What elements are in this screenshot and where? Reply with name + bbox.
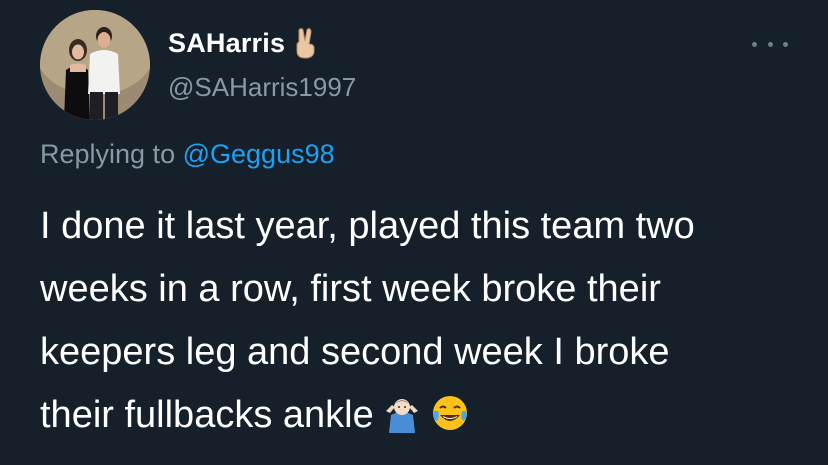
tweet-card: SAHarris @SAHarris1997 Replying to @Gegg…: [0, 0, 828, 465]
display-name[interactable]: SAHarris: [168, 28, 285, 59]
avatar-photo: [40, 10, 150, 120]
user-handle[interactable]: @SAHarris1997: [168, 72, 356, 103]
display-name-row: SAHarris: [168, 27, 319, 59]
tweet-text-line: their fullbacks ankle: [40, 394, 374, 436]
face-with-tears-of-joy-icon: [432, 396, 467, 430]
reply-prefix: Replying to: [40, 139, 176, 169]
more-dot-icon: [767, 41, 773, 47]
reply-mention-link[interactable]: @Geggus98: [183, 139, 335, 169]
tweet-text: I done it last year, played this team tw…: [40, 195, 810, 447]
tweet-text-last-line: their fullbacks ankle: [40, 384, 810, 447]
more-dot-icon: [752, 41, 757, 47]
more-dot-icon: [783, 41, 788, 47]
avatar[interactable]: [40, 10, 150, 120]
person-shrugging-icon: [385, 399, 418, 433]
more-options-button[interactable]: [752, 36, 788, 52]
tweet-text-line: I done it last year, played this team tw…: [40, 205, 695, 247]
victory-hand-icon: [296, 28, 315, 59]
reply-context: Replying to @Geggus98: [40, 139, 335, 170]
tweet-text-line: keepers leg and second week I broke: [40, 331, 670, 373]
tweet-text-line: weeks in a row, first week broke their: [40, 268, 661, 310]
